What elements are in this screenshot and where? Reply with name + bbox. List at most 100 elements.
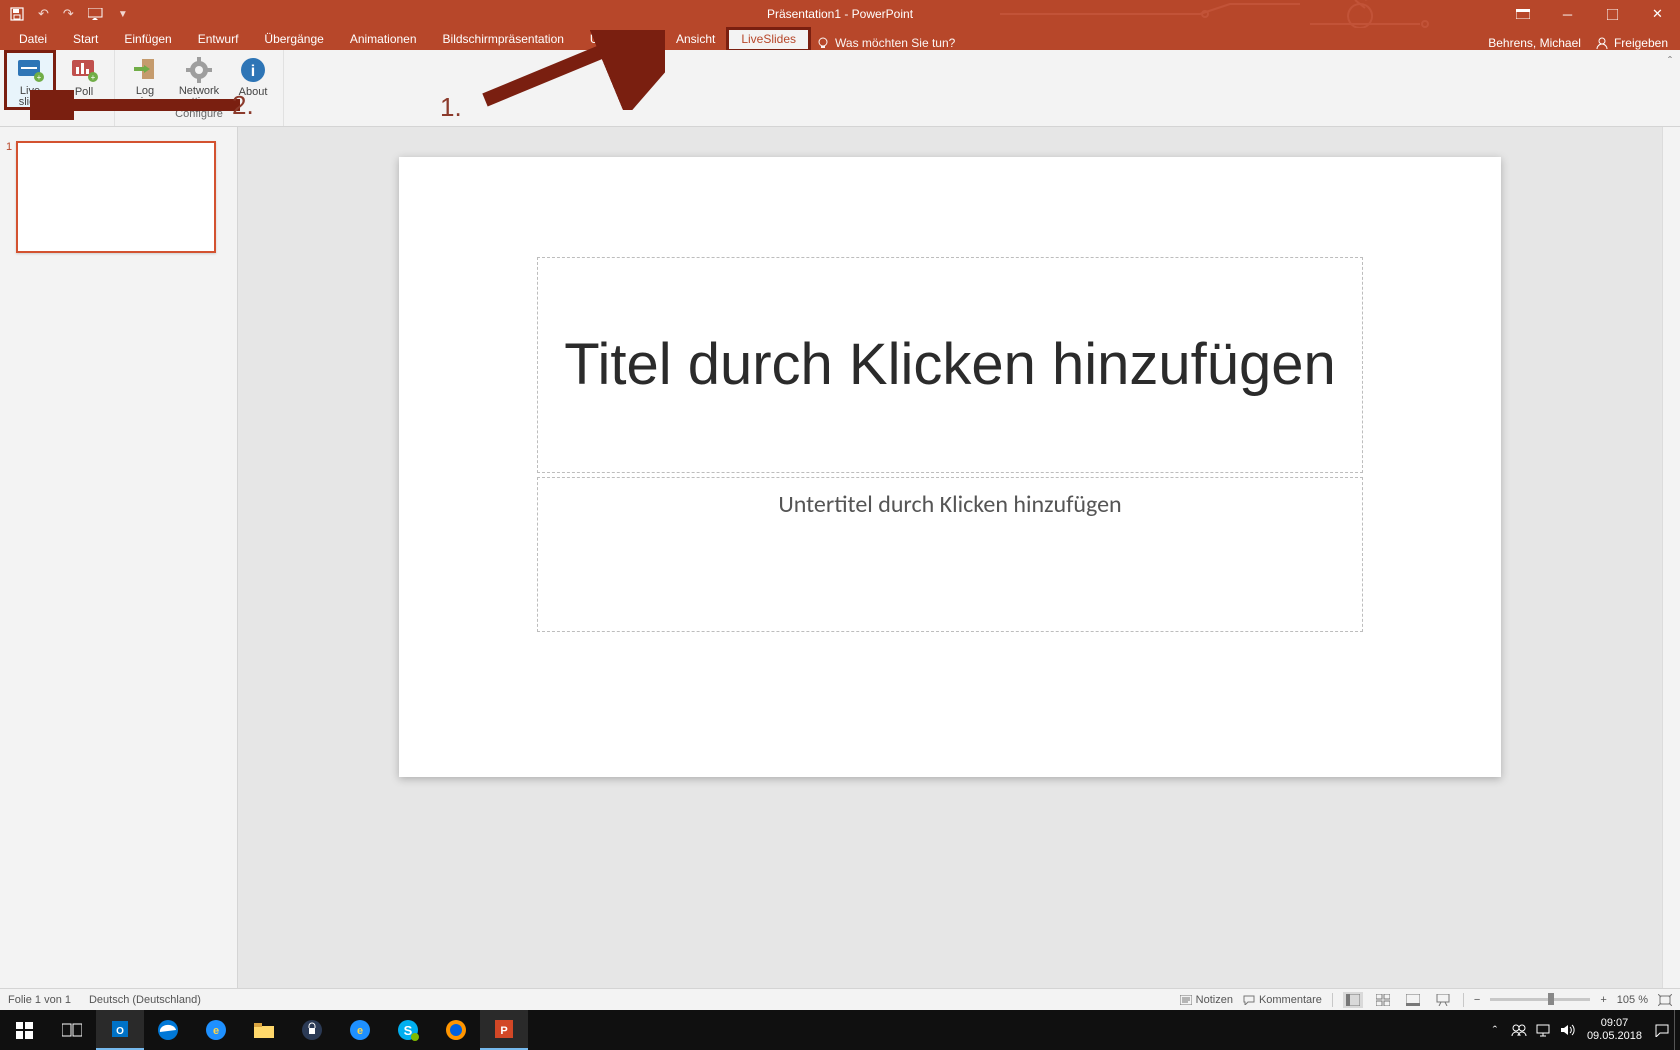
slide[interactable]: Titel durch Klicken hinzufügen Untertite… [399, 157, 1501, 777]
tell-me-search[interactable]: Was möchten Sie tun? [817, 36, 955, 50]
tab-entwurf[interactable]: Entwurf [185, 29, 252, 50]
svg-text:O: O [116, 1026, 124, 1037]
tab-uebergaenge[interactable]: Übergänge [251, 29, 336, 50]
taskbar-ie[interactable]: e [192, 1010, 240, 1050]
comments-label: Kommentare [1259, 994, 1322, 1006]
window-controls: ─ ✕ [1500, 0, 1680, 28]
log-in-button[interactable]: Log in [121, 52, 169, 108]
svg-text:i: i [251, 63, 255, 80]
notes-icon [1180, 995, 1192, 1005]
live-slide-label: Live slide [19, 86, 42, 108]
svg-text:e: e [213, 1025, 219, 1037]
share-button[interactable]: Freigeben [1595, 36, 1668, 50]
start-button[interactable] [0, 1010, 48, 1050]
comments-icon [1243, 995, 1255, 1005]
user-name[interactable]: Behrens, Michael [1488, 36, 1581, 50]
tell-me-label: Was möchten Sie tun? [835, 36, 955, 50]
login-icon [129, 54, 161, 85]
normal-view-button[interactable] [1343, 992, 1363, 1008]
slide-thumbnail[interactable] [16, 141, 216, 253]
tray-people-icon[interactable] [1507, 1010, 1531, 1050]
taskbar-firefox[interactable] [432, 1010, 480, 1050]
tab-liveslides[interactable]: LiveSlides [728, 29, 809, 50]
tab-datei[interactable]: Datei [6, 29, 60, 50]
taskbar-edge[interactable] [144, 1010, 192, 1050]
system-tray: ˆ 09:07 09.05.2018 [1483, 1010, 1680, 1050]
clock-date: 09.05.2018 [1587, 1030, 1642, 1043]
task-view-button[interactable] [48, 1010, 96, 1050]
taskbar-skype[interactable]: S [384, 1010, 432, 1050]
close-button[interactable]: ✕ [1635, 0, 1680, 28]
tab-einfuegen[interactable]: Einfügen [111, 29, 184, 50]
title-placeholder-text: Titel durch Klicken hinzufügen [564, 327, 1336, 402]
ribbon-display-options-icon[interactable] [1500, 0, 1545, 28]
window-title: Präsentation1 - PowerPoint [767, 7, 913, 21]
show-desktop-button[interactable] [1674, 1010, 1680, 1050]
live-slide-icon: + [14, 54, 46, 85]
qat-more-icon[interactable]: ▼ [118, 9, 128, 20]
tab-bildschirmpraesentation[interactable]: Bildschirmpräsentation [430, 29, 577, 50]
zoom-slider[interactable] [1490, 998, 1590, 1001]
notes-button[interactable]: Notizen [1180, 994, 1233, 1006]
title-bar: ↶ ↷ ▼ Präsentation1 - PowerPoint ─ ✕ [0, 0, 1680, 28]
start-show-icon[interactable] [88, 8, 104, 20]
redo-icon[interactable]: ↷ [63, 6, 74, 22]
fit-to-window-button[interactable] [1658, 994, 1672, 1006]
live-slide-button[interactable]: + Live slide [6, 52, 54, 108]
reading-view-button[interactable] [1403, 992, 1423, 1008]
title-placeholder[interactable]: Titel durch Klicken hinzufügen [537, 257, 1363, 473]
taskbar-secure-app[interactable] [288, 1010, 336, 1050]
clock-time: 09:07 [1587, 1017, 1642, 1030]
tab-ansicht[interactable]: Ansicht [663, 29, 728, 50]
poll-button[interactable]: + Poll [60, 52, 108, 108]
svg-text:+: + [37, 73, 42, 82]
slide-sorter-view-button[interactable] [1373, 992, 1393, 1008]
log-in-label: Log in [136, 86, 154, 108]
save-icon[interactable] [10, 7, 24, 21]
zoom-level[interactable]: 105 % [1617, 994, 1648, 1006]
maximize-button[interactable] [1590, 0, 1635, 28]
tab-animationen[interactable]: Animationen [337, 29, 430, 50]
slide-counter[interactable]: Folie 1 von 1 [8, 994, 71, 1006]
notes-label: Notizen [1196, 994, 1233, 1006]
slide-thumbnail-panel: 1 [0, 127, 238, 988]
lightbulb-icon [817, 37, 829, 49]
zoom-slider-thumb[interactable] [1548, 993, 1554, 1005]
tray-chevron-up-icon[interactable]: ˆ [1483, 1010, 1507, 1050]
taskbar-outlook[interactable]: O [96, 1010, 144, 1050]
zoom-in-button[interactable]: + [1600, 994, 1606, 1006]
slide-canvas-area[interactable]: Titel durch Klicken hinzufügen Untertite… [238, 127, 1662, 988]
ribbon-tabs: Datei Start Einfügen Entwurf Übergänge A… [0, 28, 1680, 50]
minimize-button[interactable]: ─ [1545, 0, 1590, 28]
zoom-out-button[interactable]: − [1474, 994, 1480, 1006]
taskbar-file-explorer[interactable] [240, 1010, 288, 1050]
tray-volume-icon[interactable] [1555, 1010, 1579, 1050]
network-settings-label: Network settings [179, 86, 219, 108]
svg-text:P: P [500, 1025, 507, 1037]
network-settings-button[interactable]: Network settings [175, 52, 223, 108]
tray-network-icon[interactable] [1531, 1010, 1555, 1050]
slide-thumbnail-row[interactable]: 1 [0, 141, 237, 253]
taskbar-ie-2[interactable]: e [336, 1010, 384, 1050]
separator [1332, 993, 1333, 1007]
comments-button[interactable]: Kommentare [1243, 994, 1322, 1006]
tray-action-center-icon[interactable] [1650, 1010, 1674, 1050]
tab-start[interactable]: Start [60, 29, 111, 50]
slideshow-view-button[interactable] [1433, 992, 1453, 1008]
taskbar-clock[interactable]: 09:07 09.05.2018 [1579, 1017, 1650, 1043]
info-icon: i [237, 54, 269, 86]
share-icon [1595, 36, 1609, 50]
share-label: Freigeben [1614, 36, 1668, 50]
vertical-scrollbar[interactable] [1662, 127, 1680, 988]
poll-label: Poll [75, 87, 93, 98]
taskbar-powerpoint[interactable]: P [480, 1010, 528, 1050]
subtitle-placeholder[interactable]: Untertitel durch Klicken hinzufügen [537, 477, 1363, 632]
svg-text:e: e [357, 1025, 363, 1037]
workspace: 1 Titel durch Klicken hinzufügen Unterti… [0, 127, 1680, 988]
language-indicator[interactable]: Deutsch (Deutschland) [89, 994, 201, 1006]
tab-ueberpruefen[interactable]: Überprüfen [577, 29, 663, 50]
ribbon: + Live slide + Poll Insert Log in Networ… [0, 50, 1680, 127]
subtitle-placeholder-text: Untertitel durch Klicken hinzufügen [778, 490, 1121, 519]
collapse-ribbon-icon[interactable]: ˆ [1668, 54, 1672, 68]
undo-icon[interactable]: ↶ [38, 6, 49, 22]
